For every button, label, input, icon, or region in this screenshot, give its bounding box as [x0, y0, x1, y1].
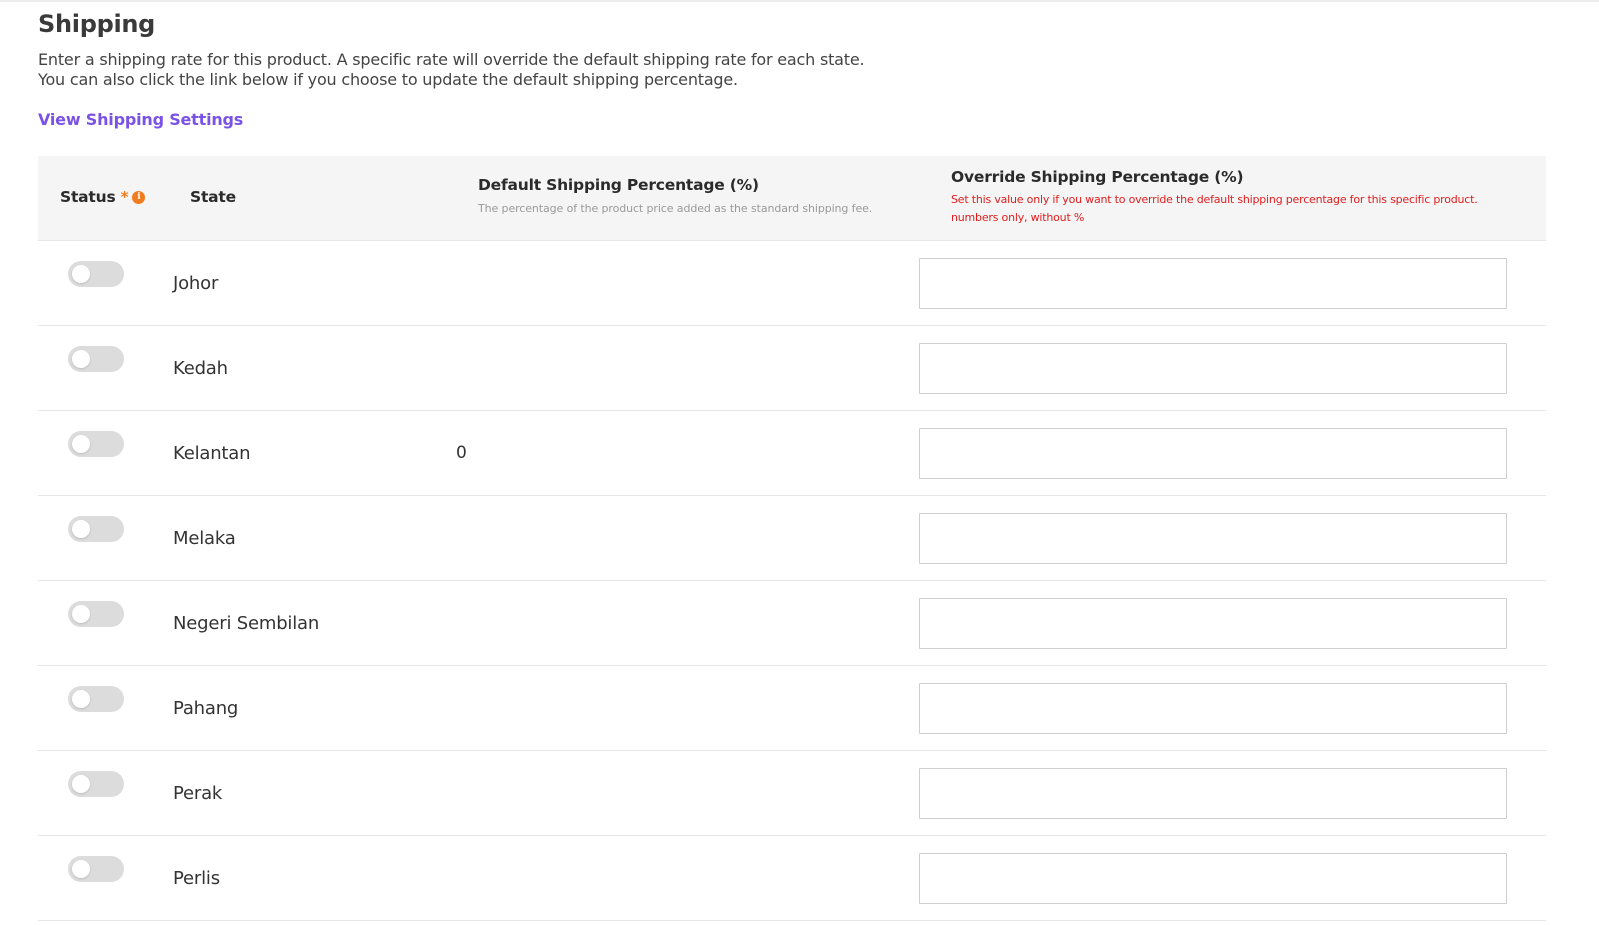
state-name: Pahang	[173, 698, 239, 719]
toggle-knob	[72, 775, 90, 793]
default-percentage-note: The percentage of the product price adde…	[478, 202, 873, 215]
column-header-state: State	[190, 188, 236, 206]
toggle-knob	[72, 690, 90, 708]
state-name: Melaka	[173, 528, 236, 549]
table-row: Negeri Sembilan	[38, 581, 1546, 666]
override-percentage-input[interactable]	[919, 598, 1507, 649]
override-percentage-input[interactable]	[919, 853, 1507, 904]
table-row: Perak	[38, 751, 1546, 836]
override-percentage-input[interactable]	[919, 258, 1507, 309]
description-line-2: You can also click the link below if you…	[38, 70, 738, 89]
view-shipping-settings-link[interactable]: View Shipping Settings	[38, 110, 243, 129]
status-toggle[interactable]	[68, 261, 124, 287]
page-title: Shipping	[38, 10, 156, 38]
status-toggle[interactable]	[68, 601, 124, 627]
state-name: Kedah	[173, 358, 228, 379]
state-name: Johor	[173, 273, 219, 294]
info-icon[interactable]: i	[132, 190, 146, 204]
description-line-1: Enter a shipping rate for this product. …	[38, 50, 865, 69]
table-body: Johor Kedah Kelantan 0 Melaka Negeri Sem…	[38, 241, 1546, 921]
override-percentage-input[interactable]	[919, 513, 1507, 564]
status-toggle[interactable]	[68, 686, 124, 712]
state-name: Perak	[173, 783, 223, 804]
toggle-knob	[72, 435, 90, 453]
state-name: Negeri Sembilan	[173, 613, 320, 634]
default-percentage-value: 0	[456, 443, 467, 463]
toggle-knob	[72, 265, 90, 283]
toggle-knob	[72, 860, 90, 878]
status-toggle[interactable]	[68, 856, 124, 882]
override-percentage-note: Set this value only if you want to overr…	[951, 193, 1478, 224]
override-percentage-input[interactable]	[919, 768, 1507, 819]
status-toggle[interactable]	[68, 516, 124, 542]
column-header-override-percentage: Override Shipping Percentage (%)	[951, 168, 1244, 186]
table-row: Kedah	[38, 326, 1546, 411]
status-toggle[interactable]	[68, 346, 124, 372]
table-row: Perlis	[38, 836, 1546, 921]
override-percentage-input[interactable]	[919, 428, 1507, 479]
top-divider	[0, 0, 1599, 2]
status-toggle[interactable]	[68, 771, 124, 797]
table-header: Status * i State Default Shipping Percen…	[38, 156, 1546, 241]
table-row: Kelantan 0	[38, 411, 1546, 496]
override-percentage-input[interactable]	[919, 343, 1507, 394]
table-row: Johor	[38, 241, 1546, 326]
status-toggle[interactable]	[68, 431, 124, 457]
required-asterisk: *	[120, 188, 129, 206]
override-percentage-input[interactable]	[919, 683, 1507, 734]
state-name: Kelantan	[173, 443, 251, 464]
table-row: Melaka	[38, 496, 1546, 581]
column-header-status: Status * i	[60, 188, 146, 206]
table-row: Pahang	[38, 666, 1546, 751]
toggle-knob	[72, 520, 90, 538]
toggle-knob	[72, 605, 90, 623]
shipping-table: Status * i State Default Shipping Percen…	[38, 156, 1546, 921]
state-name: Perlis	[173, 868, 220, 889]
column-header-default-percentage: Default Shipping Percentage (%)	[478, 176, 759, 194]
status-header-label: Status	[60, 188, 116, 206]
toggle-knob	[72, 350, 90, 368]
